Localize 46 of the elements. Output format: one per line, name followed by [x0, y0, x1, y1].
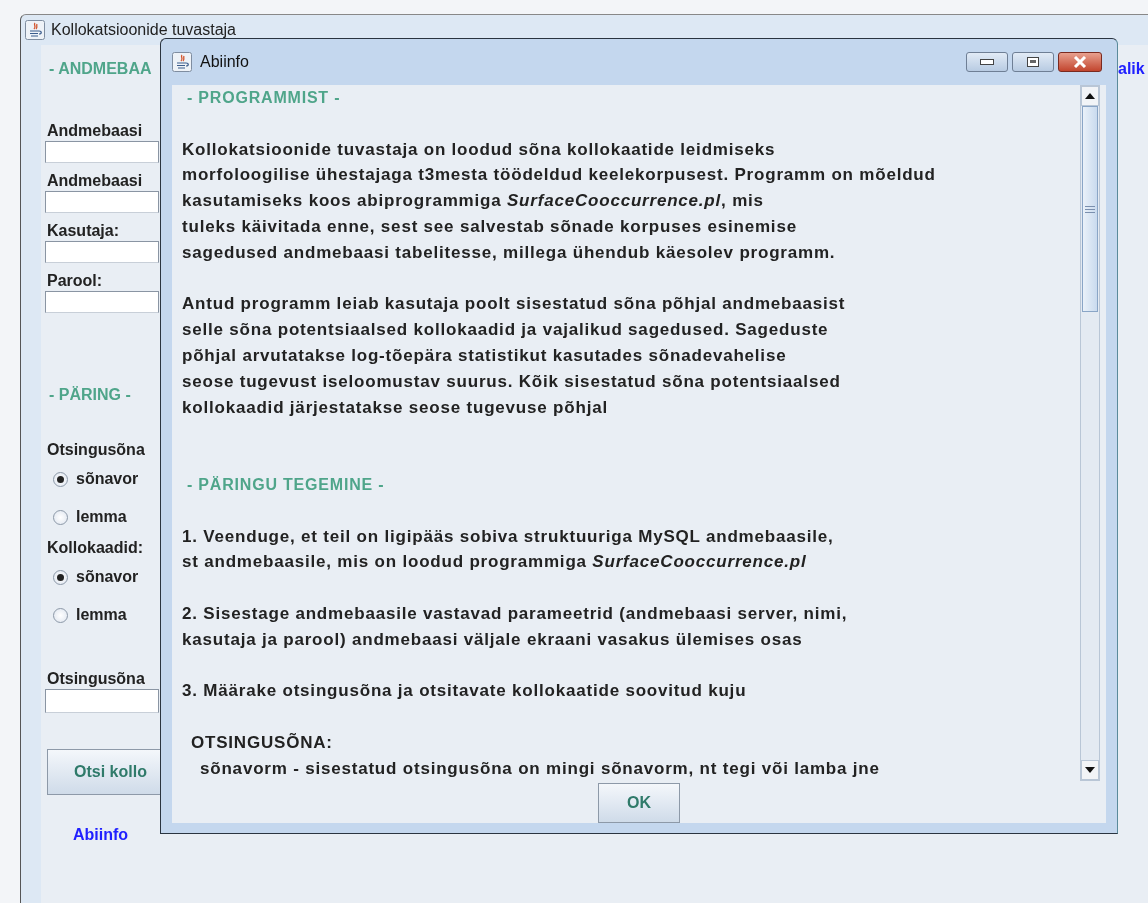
- scrollbar[interactable]: [1080, 85, 1100, 781]
- app-icon: [172, 52, 192, 72]
- radio-option[interactable]: lemma: [53, 498, 127, 536]
- paragraph: Antud programm leiab kasutaja poolt sisestatud sõna põhjal andmebaasist selle sõna potentsiaalsed kollokaadid ja vajalikud sagedused. Sageduste põhjal arvutatakse log-tõepära statistikut kasutades sõnadevahelise seose tugevust iseloomustav suurus. Kõik sisestatud sõna potentsiaalsed kollokaadid järjestatakse seose tugevuse põhjal: [182, 293, 847, 419]
- link[interactable]: alik: [1118, 60, 1145, 78]
- help-link[interactable]: Abiinfo: [73, 826, 129, 844]
- section-heading: - PROGRAMMIST -: [187, 88, 342, 108]
- paragraph: 3. Määrake otsingusõna ja otsitavate kollokaatide soovitud kuju: [182, 680, 748, 703]
- scroll-thumb[interactable]: [1082, 106, 1098, 312]
- radio-option[interactable]: sõnavor: [53, 558, 139, 596]
- field-label: Andmebaasi: [47, 121, 143, 141]
- field-label: Andmebaasi: [47, 171, 143, 191]
- input-field[interactable]: [45, 241, 159, 263]
- section-heading: - PÄRING -: [49, 385, 131, 405]
- paragraph: 1. Veenduge, et teil on ligipääs sobiva struktuuriga MySQL andmebaasile, st andmebaasile, mis on loodud programmiga SurfaceCooccurrence.pl: [182, 525, 835, 574]
- section-heading: - ANDMEBAA: [49, 59, 152, 79]
- paragraph: Kollokatsioonide tuvastaja on loodud sõna kollokaatide leidmiseks morfoloogilise ühestajaga t3mesta töödeldud keelekorpusest. Programm on mõeldud kasutamiseks koos abiprogrammiga SurfaceCooccurrence.pl, mis tuleks käivitada enne, sest see salvestab sõnade korpuses esinemise sagedused andmebaasi tabelitesse, millega ühendub käesolev programm.: [182, 138, 937, 264]
- group-label: Otsingusõna: [47, 440, 145, 460]
- section-heading: - PÄRINGU TEGEMINE -: [187, 474, 386, 495]
- input-field[interactable]: [45, 141, 159, 163]
- scroll-down-icon[interactable]: [1085, 767, 1095, 773]
- minimize-icon: [980, 59, 994, 65]
- input-field[interactable]: [45, 291, 159, 313]
- maximize-icon: [1027, 57, 1039, 67]
- scroll-up-icon[interactable]: [1085, 93, 1095, 99]
- app-icon: [25, 20, 45, 40]
- field-label: Otsingusõna: [47, 669, 145, 689]
- close-button[interactable]: [1058, 52, 1102, 72]
- close-icon: [1073, 56, 1087, 68]
- group-label: Kollokaadid:: [47, 538, 143, 558]
- input-field[interactable]: [45, 689, 159, 713]
- text-line: sõnavorm - sisestatud otsingusõna on mingi sõnavorm, nt tegi või lamba jne: [200, 757, 881, 780]
- input-field[interactable]: [45, 191, 159, 213]
- field-label: Kasutaja:: [47, 221, 120, 241]
- subheading: OTSINGUSÕNA:: [191, 731, 334, 754]
- grip-icon: [1085, 205, 1095, 213]
- search-button[interactable]: Otsi kollo: [47, 749, 161, 795]
- window-title: Kollokatsioonide tuvastaja: [51, 21, 236, 39]
- field-label: Parool:: [47, 271, 103, 291]
- minimize-button[interactable]: [966, 52, 1008, 72]
- ok-button[interactable]: OK: [598, 783, 680, 823]
- radio-option[interactable]: sõnavor: [53, 460, 139, 498]
- paragraph: 2. Sisestage andmebaasile vastavad parameetrid (andmebaasi server, nimi, kasutaja ja parool) andmebaasi väljale ekraani vasakus ülemises osas: [182, 602, 849, 651]
- maximize-button[interactable]: [1012, 52, 1054, 72]
- radio-option[interactable]: lemma: [53, 596, 127, 634]
- dialog-title: Abiinfo: [200, 53, 250, 71]
